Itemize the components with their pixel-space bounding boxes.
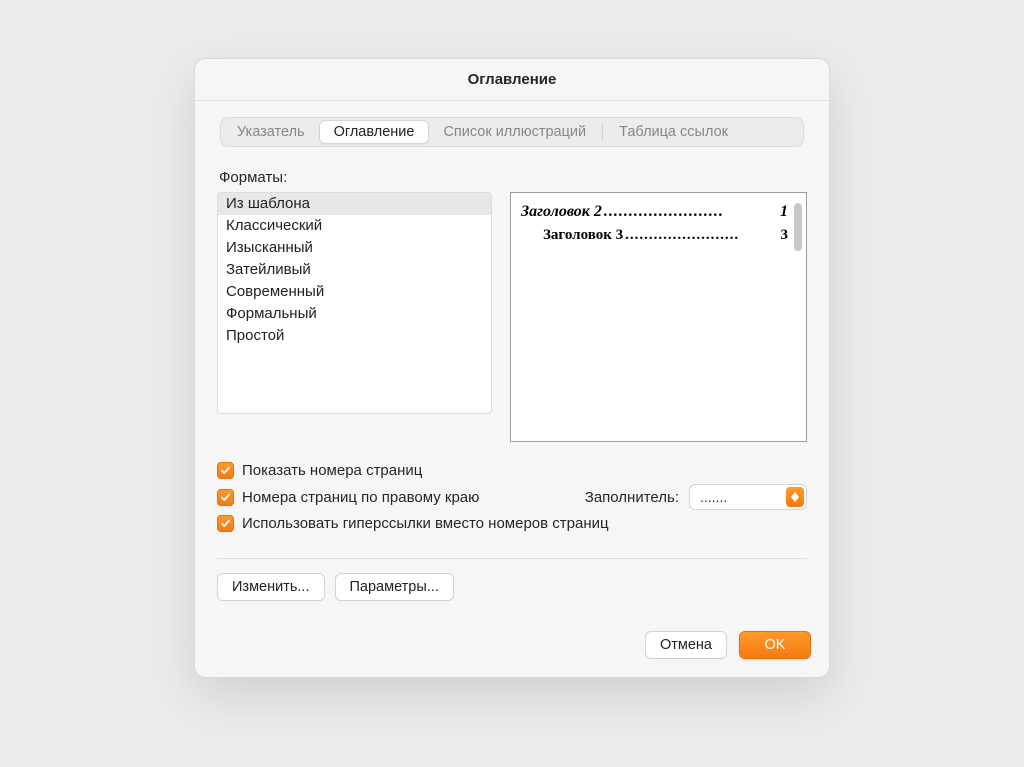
- preview-h3-text: Заголовок 3: [543, 227, 623, 244]
- preview-h3-leader: ........................: [623, 227, 780, 244]
- preview-heading-2: Заголовок 2 ........................ 1: [521, 203, 798, 221]
- label-right-align: Номера страниц по правому краю: [242, 489, 479, 506]
- option-hyperlinks-row: Использовать гиперссылки вместо номеров …: [217, 515, 807, 532]
- options-button[interactable]: Параметры...: [335, 573, 454, 601]
- leader-stepper[interactable]: [786, 487, 804, 507]
- modify-button[interactable]: Изменить...: [217, 573, 325, 601]
- option-right-align-row: Номера страниц по правому краю Заполните…: [217, 484, 807, 510]
- dialog-footer: Отмена OK: [195, 617, 829, 677]
- checkbox-hyperlinks[interactable]: [217, 515, 234, 532]
- leader-group: Заполнитель: .......: [585, 484, 807, 510]
- options-group: Показать номера страниц Номера страниц п…: [217, 462, 807, 532]
- list-item[interactable]: Формальный: [218, 303, 491, 325]
- leader-label: Заполнитель:: [585, 489, 679, 506]
- formats-and-preview: Из шаблона Классический Изысканный Затей…: [217, 192, 807, 442]
- separator: [217, 558, 807, 559]
- tab-authorities[interactable]: Таблица ссылок: [605, 120, 742, 144]
- leader-select[interactable]: .......: [689, 484, 807, 510]
- list-item[interactable]: Изысканный: [218, 237, 491, 259]
- leader-value: .......: [700, 489, 727, 505]
- chevron-down-icon: [786, 497, 804, 502]
- tab-index[interactable]: Указатель: [223, 120, 319, 144]
- list-item[interactable]: Простой: [218, 325, 491, 347]
- list-item[interactable]: Затейливый: [218, 259, 491, 281]
- formats-listbox[interactable]: Из шаблона Классический Изысканный Затей…: [217, 192, 492, 414]
- formats-label: Форматы:: [219, 169, 807, 186]
- preview-heading-3: Заголовок 3 ........................ 3: [521, 227, 798, 244]
- preview-scrollbar[interactable]: [794, 203, 802, 251]
- check-icon: [220, 492, 231, 503]
- tab-divider: [602, 124, 603, 140]
- tab-bar: Указатель Оглавление Список иллюстраций …: [220, 117, 804, 147]
- cancel-button[interactable]: Отмена: [645, 631, 727, 659]
- preview-h2-leader: ........................: [602, 203, 780, 221]
- dialog-titlebar: Оглавление: [195, 59, 829, 101]
- check-icon: [220, 465, 231, 476]
- dialog-title: Оглавление: [468, 71, 557, 88]
- preview-h2-text: Заголовок 2: [521, 203, 602, 221]
- label-hyperlinks: Использовать гиперссылки вместо номеров …: [242, 515, 609, 532]
- list-item[interactable]: Классический: [218, 215, 491, 237]
- label-show-page-numbers: Показать номера страниц: [242, 462, 422, 479]
- secondary-buttons: Изменить... Параметры...: [217, 573, 807, 601]
- list-item[interactable]: Современный: [218, 281, 491, 303]
- toc-dialog: Оглавление Указатель Оглавление Список и…: [194, 58, 830, 678]
- tab-figures[interactable]: Список иллюстраций: [429, 120, 600, 144]
- checkbox-right-align[interactable]: [217, 489, 234, 506]
- ok-button[interactable]: OK: [739, 631, 811, 659]
- option-show-page-numbers-row: Показать номера страниц: [217, 462, 807, 479]
- list-item[interactable]: Из шаблона: [218, 193, 491, 215]
- check-icon: [220, 518, 231, 529]
- toc-preview: Заголовок 2 ........................ 1 З…: [510, 192, 807, 442]
- checkbox-show-page-numbers[interactable]: [217, 462, 234, 479]
- tab-toc[interactable]: Оглавление: [319, 120, 430, 144]
- dialog-body: Указатель Оглавление Список иллюстраций …: [195, 101, 829, 617]
